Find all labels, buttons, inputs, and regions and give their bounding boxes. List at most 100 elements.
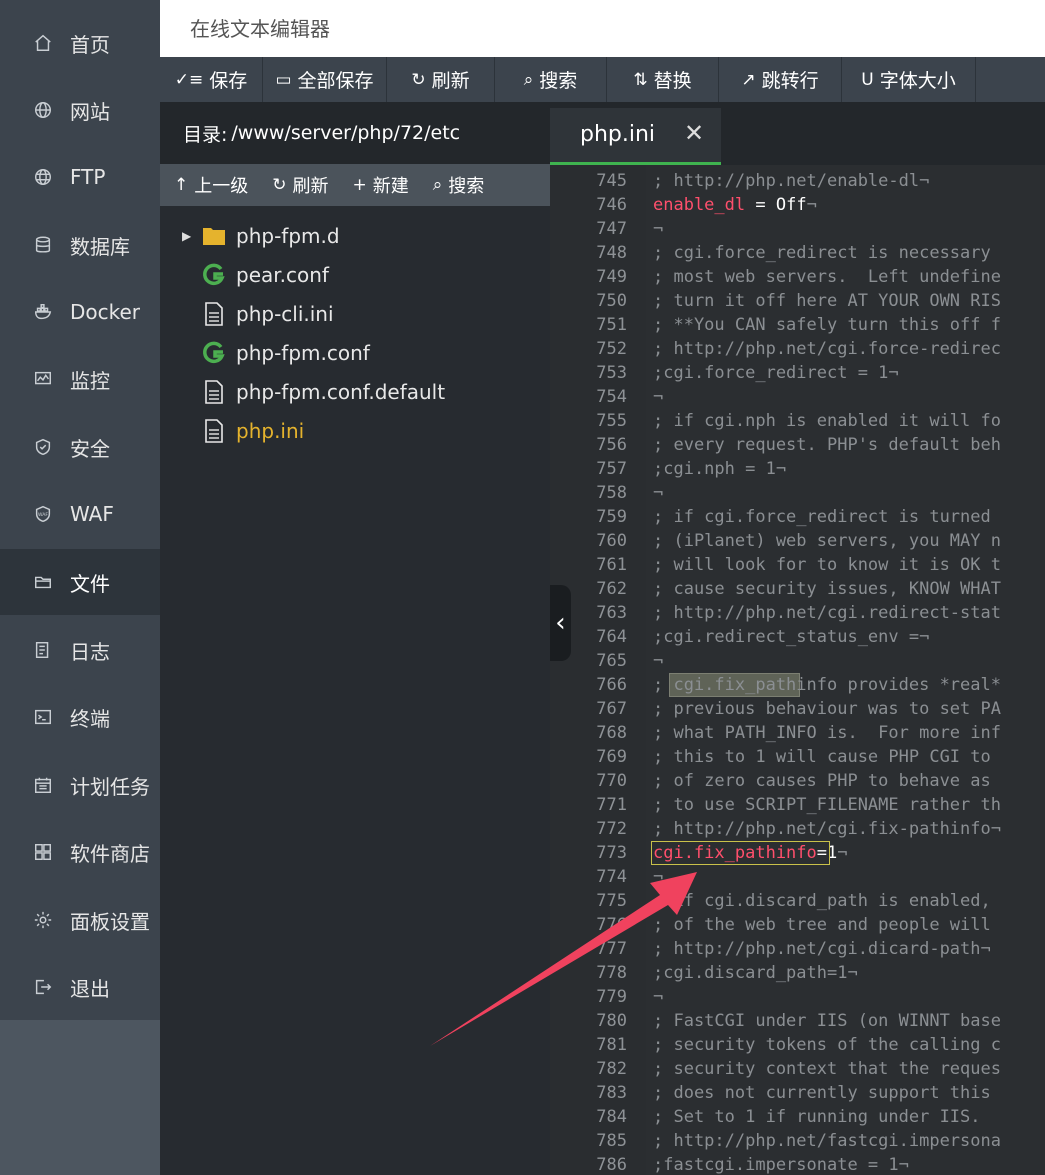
code-area[interactable]: ; http://php.net/enable-dl¬ enable_dl = O… — [646, 165, 1045, 1175]
sidebar-item-WAF[interactable]: WAF WAF — [0, 481, 160, 547]
line-number: 769 — [596, 747, 627, 767]
file-item[interactable]: php-fpm.conf — [160, 333, 550, 372]
sidebar-item-退出[interactable]: 退出 — [0, 954, 160, 1020]
sidebar-item-安全[interactable]: 安全 — [0, 414, 160, 480]
code-line[interactable]: ; if cgi.nph is enabled it will fo — [653, 409, 1001, 433]
sidebar-item-label: 日志 — [70, 639, 110, 664]
toolbar-label: 保存 — [209, 70, 248, 92]
goto-line-button[interactable]: ↗ 跳转行 — [719, 57, 842, 102]
close-icon[interactable]: ✕ — [684, 119, 704, 147]
code-line[interactable]: ¬ — [653, 985, 663, 1009]
code-line[interactable]: ; http://php.net/cgi.dicard-path¬ — [653, 937, 991, 961]
code-line[interactable]: ¬ — [653, 481, 663, 505]
shield-icon — [32, 436, 54, 458]
code-line[interactable]: ; if cgi.force_redirect is turned — [653, 505, 991, 529]
code-line[interactable]: ; most web servers. Left undefine — [653, 265, 1001, 289]
sidebar-item-计划任务[interactable]: 计划任务 — [0, 752, 160, 818]
code-line[interactable]: ¬ — [653, 217, 663, 241]
line-number: 758 — [596, 483, 627, 503]
toolbar-label: 替换 — [653, 70, 692, 92]
sidebar-item-软件商店[interactable]: 软件商店 — [0, 819, 160, 885]
file-item[interactable]: php-cli.ini — [160, 294, 550, 333]
code-line[interactable]: ; http://php.net/fastcgi.impersona — [653, 1129, 1001, 1153]
code-line[interactable]: ; cause security issues, KNOW WHAT — [653, 577, 1001, 601]
refresh-icon: ↻ — [272, 175, 287, 195]
file-tool-up-arrow-button[interactable]: ↑ 上一级 — [174, 172, 248, 198]
sidebar-item-label: 文件 — [70, 571, 110, 596]
waf-shield-icon: WAF — [32, 503, 54, 525]
refresh-button[interactable]: ↻ 刷新 — [387, 57, 495, 102]
code-line[interactable]: ; what PATH_INFO is. For more inf — [653, 721, 1001, 745]
line-number: 760 — [596, 531, 627, 551]
toolbar-label: 跳转行 — [761, 70, 819, 92]
code-line[interactable]: ;cgi.redirect_status_env =¬ — [653, 625, 929, 649]
code-line[interactable]: ¬ — [653, 865, 663, 889]
tab-php-ini[interactable]: php.ini ✕ — [550, 108, 721, 165]
code-line[interactable]: ; http://php.net/cgi.force-redirec — [653, 337, 1001, 361]
sidebar-item-日志[interactable]: 日志 — [0, 617, 160, 683]
code-line[interactable]: ;cgi.discard_path=1¬ — [653, 961, 858, 985]
code-line[interactable]: ; security context that the reques — [653, 1057, 1001, 1081]
code-line[interactable]: ¬ — [653, 385, 663, 409]
sidebar-item-终端[interactable]: 终端 — [0, 684, 160, 750]
expand-arrow-icon[interactable]: ▶ — [182, 229, 191, 243]
sidebar-item-Docker[interactable]: Docker — [0, 279, 160, 345]
code-editor[interactable]: 745 746 747 748 749 750 751 752 753 754 755 756 757 7… — [550, 165, 1045, 1175]
code-line[interactable]: ; to use SCRIPT_FILENAME rather th — [653, 793, 1001, 817]
font-size-button[interactable]: U 字体大小 — [842, 57, 976, 102]
code-line[interactable]: ; does not currently support this — [653, 1081, 991, 1105]
sidebar-item-首页[interactable]: 首页 — [0, 10, 160, 76]
code-line[interactable]: ; http://php.net/cgi.redirect-stat — [653, 601, 1001, 625]
file-item[interactable]: php.ini — [160, 411, 550, 450]
replace-button[interactable]: ⇅ 替换 — [607, 57, 719, 102]
file-item[interactable]: ▶ php-fpm.d — [160, 216, 550, 255]
sidebar-item-FTP[interactable]: FTP — [0, 144, 160, 210]
file-item[interactable]: pear.conf — [160, 255, 550, 294]
code-line[interactable]: ;cgi.force_redirect = 1¬ — [653, 361, 899, 385]
code-line[interactable]: ; FastCGI under IIS (on WINNT base — [653, 1009, 1001, 1033]
code-line[interactable]: ; http://php.net/enable-dl¬ — [653, 169, 929, 193]
sidebar-item-面板设置[interactable]: 面板设置 — [0, 887, 160, 953]
sidebar-item-文件[interactable]: 文件 — [0, 549, 160, 615]
code-line[interactable]: ;cgi.nph = 1¬ — [653, 457, 786, 481]
code-line[interactable]: ; this to 1 will cause PHP CGI to — [653, 745, 991, 769]
code-line[interactable]: ;fastcgi.impersonate = 1¬ — [653, 1153, 909, 1175]
code-line[interactable]: ; Set to 1 if running under IIS. — [653, 1105, 1001, 1129]
code-line[interactable]: ; previous behaviour was to set PA — [653, 697, 1001, 721]
code-line[interactable]: ; **You CAN safely turn this off f — [653, 313, 1001, 337]
file-panel: 目录: /www/server/php/72/etc ↑ 上一级 ↻ 刷新 + 新建 ⌕ 搜索… — [160, 102, 550, 1175]
file-tool-search-button[interactable]: ⌕ 搜索 — [433, 172, 485, 198]
code-line[interactable]: ; turn it off here AT YOUR OWN RIS — [653, 289, 1001, 313]
sidebar-item-网站[interactable]: 网站 — [0, 77, 160, 143]
file-icon — [202, 418, 226, 443]
code-line[interactable]: ; if cgi.discard_path is enabled, — [653, 889, 991, 913]
grid-icon — [32, 841, 54, 863]
code-line[interactable]: enable_dl = Off¬ — [653, 193, 817, 217]
file-tool-plus-button[interactable]: + 新建 — [353, 172, 409, 198]
sidebar-item-数据库[interactable]: 数据库 — [0, 212, 160, 278]
code-line[interactable]: ¬ — [653, 649, 663, 673]
sidebar-item-label: 退出 — [70, 976, 110, 1001]
conf-file-icon — [202, 341, 226, 365]
code-line[interactable]: ; of zero causes PHP to behave as — [653, 769, 991, 793]
code-line[interactable]: ; http://php.net/cgi.fix-pathinfo¬ — [653, 817, 1001, 841]
search-button[interactable]: ⌕ 搜索 — [495, 57, 607, 102]
code-line[interactable]: ; security tokens of the calling c — [653, 1033, 1001, 1057]
save-button[interactable]: ✓≡ 保存 — [160, 57, 263, 102]
code-line[interactable]: ; of the web tree and people will — [653, 913, 991, 937]
code-line[interactable]: ; cgi.force_redirect is necessary — [653, 241, 991, 265]
sidebar-item-label: 数据库 — [70, 234, 130, 259]
collapse-panel-button[interactable]: ‹ — [550, 585, 571, 661]
file-name: php.ini — [236, 418, 305, 443]
code-line[interactable]: ; (iPlanet) web servers, you MAY n — [653, 529, 1001, 553]
code-line[interactable]: ; cgi.fix_pathinfo provides *real* — [653, 673, 1001, 697]
code-line[interactable]: ; every request. PHP's default beh — [653, 433, 1001, 457]
file-name: php-cli.ini — [236, 301, 334, 326]
save-all-button[interactable]: ▭ 全部保存 — [263, 57, 387, 102]
code-line[interactable]: ; will look for to know it is OK t — [653, 553, 1001, 577]
sidebar-item-监控[interactable]: 监控 — [0, 346, 160, 412]
file-item[interactable]: php-fpm.conf.default — [160, 372, 550, 411]
sidebar-item-label: WAF — [70, 502, 114, 526]
gear-icon — [32, 909, 54, 931]
file-tool-refresh-button[interactable]: ↻ 刷新 — [272, 172, 328, 198]
